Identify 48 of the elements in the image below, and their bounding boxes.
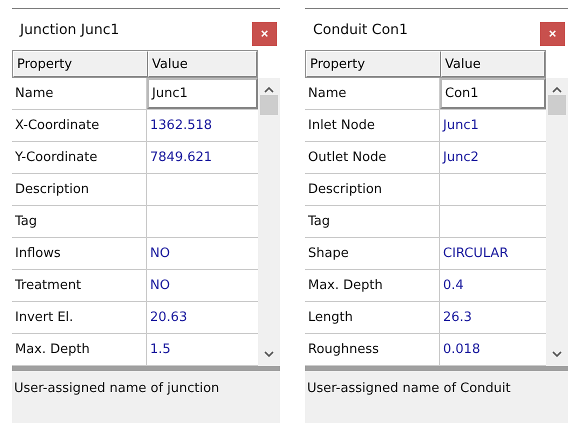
property-value: 20.63 [149,309,188,327]
property-value: 7849.621 [149,149,214,167]
property-name: Outlet Node [305,142,440,173]
property-value: 0.018 [442,341,482,359]
value-field[interactable]: Con1 [440,78,546,109]
scrollbar[interactable] [258,78,280,366]
property-name: Inlet Node [305,110,440,141]
property-value: CIRCULAR [442,245,510,263]
column-header[interactable]: Property [306,51,441,77]
property-name: Shape [305,238,440,269]
property-name: Length [305,302,440,333]
scroll-up-icon[interactable] [264,86,274,93]
scroll-thumb[interactable] [548,95,566,115]
close-button[interactable]: × [540,22,565,46]
property-name: Tag [305,206,440,237]
description-text: User-assigned name of junction [14,381,220,396]
property-name: Description [12,174,147,205]
scrollbar[interactable] [546,78,568,366]
panel-title: Junction Junc1 [20,22,120,38]
close-button[interactable]: × [252,22,277,46]
property-name: Treatment [12,270,147,301]
value-field[interactable]: Junc1 [147,78,258,109]
column-header[interactable]: Property [13,51,148,77]
scroll-thumb[interactable] [260,95,278,115]
scroll-down-icon[interactable] [552,351,562,358]
property-value: 0.4 [442,277,465,295]
property-name: Inflows [12,238,147,269]
property-value: 1362.518 [149,117,214,135]
property-value: Junc1 [441,117,480,135]
property-name: Max. Depth [12,334,147,365]
property-value: 26.3 [442,309,473,327]
property-value: NO [149,245,171,263]
column-header[interactable]: Value [441,51,545,77]
property-name: Tag [12,206,147,237]
property-name: X-Coordinate [12,110,147,141]
property-name: Invert El. [12,302,147,333]
scroll-down-icon[interactable] [264,351,274,358]
property-name: Max. Depth [305,270,440,301]
property-name: Y-Coordinate [12,142,147,173]
property-value: Junc2 [441,149,480,167]
scroll-up-icon[interactable] [552,86,562,93]
property-value: NO [149,277,171,295]
column-header[interactable]: Value [148,51,257,77]
panel-title: Conduit Con1 [313,22,408,38]
property-name: Roughness [305,334,440,365]
property-value: 1.5 [149,341,172,359]
description-text: User-assigned name of Conduit [307,381,511,396]
property-name: Description [305,174,440,205]
